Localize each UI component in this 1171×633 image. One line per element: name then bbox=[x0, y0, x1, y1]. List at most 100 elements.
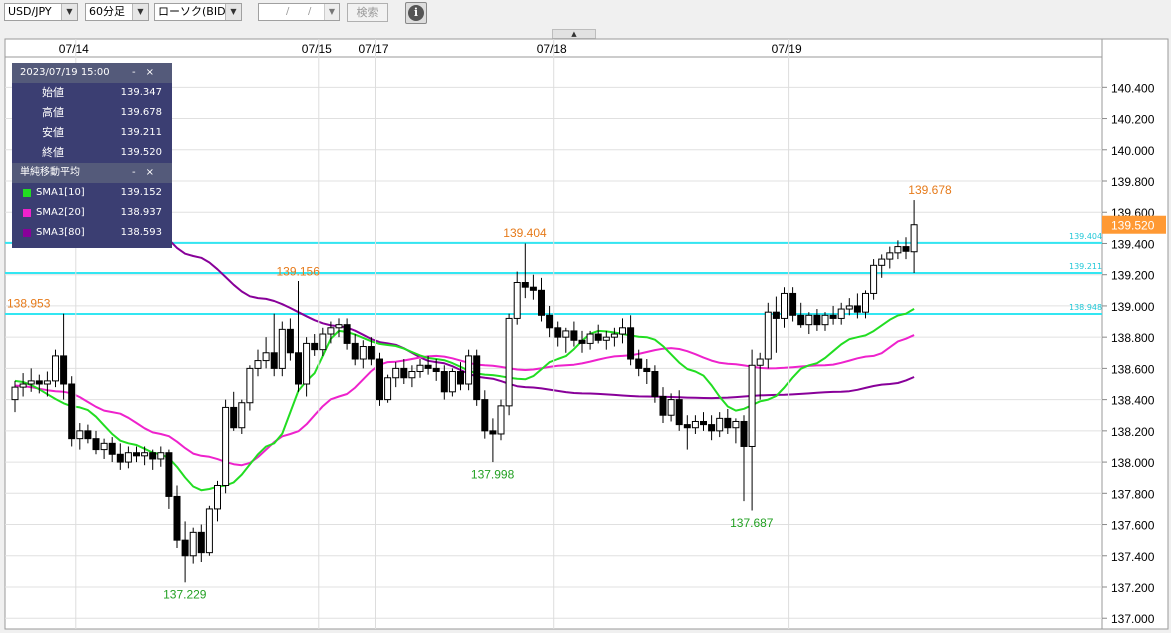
sma2-value: 138.937 bbox=[120, 207, 162, 218]
price-tick-label: 139.200 bbox=[1111, 269, 1155, 283]
candle-body bbox=[270, 352, 278, 369]
ohlc-row-open: 始値 139.347 bbox=[12, 83, 172, 103]
candle-body bbox=[781, 292, 788, 319]
candle-body bbox=[610, 333, 618, 338]
ohlc-row-close: 終値 139.520 bbox=[12, 143, 172, 163]
candle-body bbox=[683, 424, 691, 429]
sma3-swatch bbox=[23, 229, 31, 237]
price-tick-label: 140.000 bbox=[1111, 144, 1155, 158]
candle-body bbox=[465, 355, 473, 385]
candle-body bbox=[262, 352, 270, 362]
high-annotation: 139.156 bbox=[277, 265, 321, 279]
sma-row-3: SMA3[80] 138.593 bbox=[12, 223, 172, 243]
candle-body bbox=[343, 324, 351, 344]
candle-body bbox=[351, 342, 359, 360]
candle-body bbox=[189, 531, 197, 557]
candle bbox=[505, 313, 513, 416]
high-label: 高値 bbox=[42, 106, 64, 119]
date-label: 07/19 bbox=[772, 42, 802, 56]
candle-body bbox=[448, 371, 456, 393]
price-tick-label: 140.200 bbox=[1111, 113, 1155, 127]
candle-body bbox=[424, 364, 432, 369]
candle-body bbox=[821, 314, 829, 326]
candle-body bbox=[60, 355, 68, 385]
sma1-value: 139.152 bbox=[120, 187, 162, 198]
candle-body bbox=[408, 371, 416, 379]
candle bbox=[870, 259, 878, 300]
ohlc-row-high: 高値 139.678 bbox=[12, 103, 172, 123]
candle-body bbox=[538, 289, 545, 316]
candle-body bbox=[691, 420, 699, 429]
candle-body bbox=[497, 405, 505, 435]
candle-body bbox=[205, 508, 213, 554]
sma-title: 単純移動平均 bbox=[20, 167, 80, 178]
panel-controls[interactable]: -× bbox=[132, 63, 164, 83]
candle bbox=[448, 368, 456, 397]
low-label: 安値 bbox=[42, 126, 64, 139]
candle-body bbox=[505, 317, 513, 407]
candle-body bbox=[124, 452, 132, 463]
candle-body bbox=[100, 442, 108, 451]
candle-body bbox=[667, 399, 675, 416]
price-tick-label: 138.000 bbox=[1111, 456, 1155, 470]
candle-body bbox=[400, 367, 408, 379]
candle-body bbox=[254, 360, 262, 369]
price-tick-label: 137.600 bbox=[1111, 519, 1155, 533]
candle-body bbox=[570, 330, 578, 341]
candle-body bbox=[76, 430, 84, 440]
candle-body bbox=[513, 282, 521, 319]
candle bbox=[68, 376, 76, 447]
candle-body bbox=[756, 358, 764, 366]
candle-body bbox=[359, 346, 367, 360]
low-annotation: 137.229 bbox=[163, 587, 207, 601]
candle-body bbox=[27, 380, 35, 385]
candle-body bbox=[286, 328, 294, 354]
candle-body bbox=[546, 314, 554, 329]
candle bbox=[384, 374, 392, 403]
price-chart[interactable]: 07/14 07/15 07/17 07/18 07/19 139.404 139.211 1… bbox=[0, 0, 1171, 633]
candle-body bbox=[116, 453, 124, 463]
high-value: 139.678 bbox=[120, 107, 162, 118]
candle-body bbox=[141, 452, 149, 457]
open-label: 始値 bbox=[42, 86, 64, 99]
candle-body bbox=[910, 224, 918, 253]
candle-body bbox=[521, 282, 529, 288]
price-tick-label: 137.800 bbox=[1111, 487, 1155, 501]
candle-body bbox=[878, 258, 886, 266]
candle-body bbox=[635, 358, 643, 369]
candle bbox=[764, 302, 772, 369]
candle-body bbox=[594, 333, 602, 341]
candle-body bbox=[214, 485, 221, 510]
candle-body bbox=[376, 358, 383, 401]
candle-body bbox=[108, 442, 116, 455]
sma-row-2: SMA2[20] 138.937 bbox=[12, 203, 172, 223]
candle-body bbox=[627, 327, 635, 360]
price-tick-label: 139.400 bbox=[1111, 237, 1155, 251]
panel-controls[interactable]: -× bbox=[132, 163, 164, 183]
sma1-swatch bbox=[23, 189, 31, 197]
current-price-label: 139.520 bbox=[1111, 219, 1155, 233]
candle-body bbox=[319, 333, 327, 351]
candle-body bbox=[554, 327, 562, 338]
price-level-label: 139.404 bbox=[1069, 232, 1102, 241]
candle-body bbox=[165, 452, 173, 497]
candle-body bbox=[68, 383, 76, 440]
candle-body bbox=[43, 380, 51, 385]
candle-body bbox=[562, 330, 570, 338]
price-tick-label: 140.400 bbox=[1111, 81, 1155, 95]
price-level-label: 138.948 bbox=[1069, 303, 1102, 312]
candle-body bbox=[708, 424, 716, 432]
price-tick-label: 138.200 bbox=[1111, 425, 1155, 439]
candle-body bbox=[894, 246, 902, 254]
candle-body bbox=[11, 386, 19, 401]
candle-body bbox=[586, 333, 594, 344]
candle-body bbox=[327, 327, 335, 335]
price-tick-label: 137.400 bbox=[1111, 550, 1155, 564]
candle-body bbox=[578, 339, 586, 344]
candle-body bbox=[157, 452, 165, 460]
candle-body bbox=[643, 367, 651, 373]
ohlc-timestamp: 2023/07/19 15:00 bbox=[20, 67, 110, 78]
price-tick-label: 137.200 bbox=[1111, 581, 1155, 595]
price-tick-label: 138.600 bbox=[1111, 362, 1155, 376]
price-tick-label: 139.800 bbox=[1111, 175, 1155, 189]
